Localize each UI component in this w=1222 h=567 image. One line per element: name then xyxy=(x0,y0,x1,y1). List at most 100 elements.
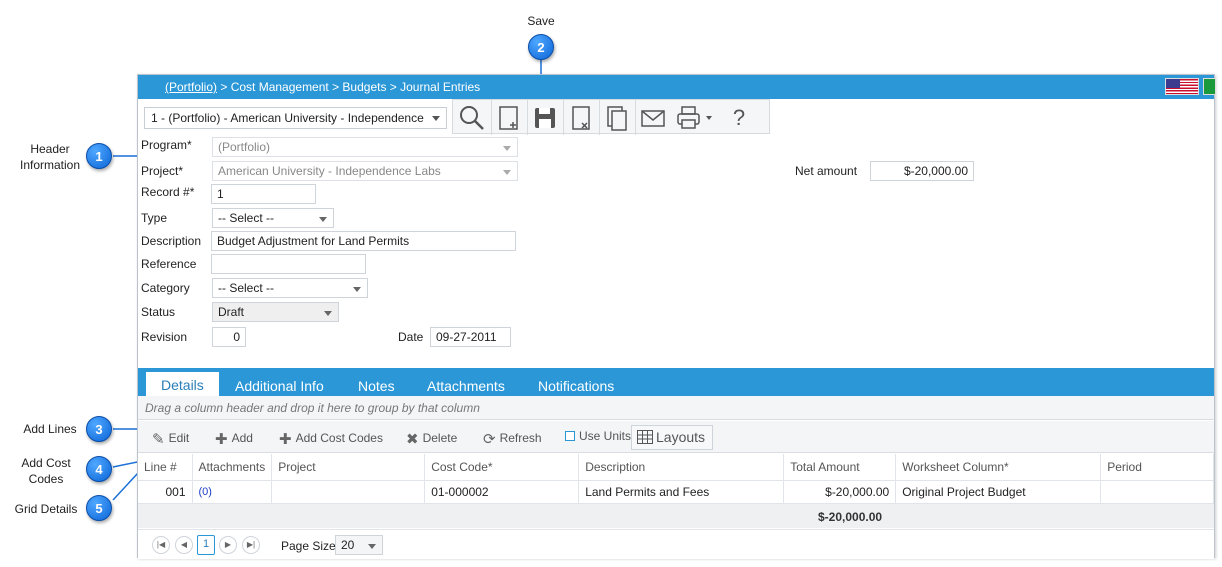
project-label: Project* xyxy=(141,164,184,178)
record-selector-value: 1 - (Portfolio) - American University - … xyxy=(151,111,424,125)
date-field[interactable]: 09-27-2011 xyxy=(430,327,511,347)
cell-cost-code: 01-000002 xyxy=(424,480,580,503)
type-label: Type xyxy=(141,211,168,225)
pencil-icon: ✎ xyxy=(152,431,165,448)
callout-label-grid-details: Grid Details xyxy=(14,502,78,516)
save-icon[interactable] xyxy=(531,104,559,132)
callout-2: 2 xyxy=(528,34,554,60)
last-page-icon[interactable]: ▶| xyxy=(242,536,260,554)
record-toolbar: 1 - (Portfolio) - American University - … xyxy=(138,99,1214,135)
group-by-drop-area[interactable]: Drag a column header and drop it here to… xyxy=(138,396,1214,420)
callout-label-add-cost-codes: Add Cost Codes xyxy=(21,456,71,486)
description-label: Description xyxy=(141,234,202,248)
tab-additional-info[interactable]: Additional Info xyxy=(235,378,324,394)
status-label: Status xyxy=(141,305,176,319)
column-header-line[interactable]: Line # xyxy=(138,454,193,481)
tab-notifications[interactable]: Notifications xyxy=(538,378,614,394)
help-icon[interactable]: ? xyxy=(725,104,753,132)
cell-attachments-link[interactable]: (0) xyxy=(192,480,273,503)
type-dropdown[interactable]: -- Select -- xyxy=(212,208,334,228)
brazil-flag-icon[interactable] xyxy=(1203,78,1216,95)
cell-line: 001 xyxy=(138,480,193,503)
edit-button[interactable]: ✎ Edit xyxy=(152,430,189,448)
grid-toolbar: ✎ Edit ✚ Add ✚ Add Cost Codes ✖ Delete ⟳ Refr… xyxy=(138,421,1214,453)
page-size-dropdown[interactable]: 20 xyxy=(335,535,383,555)
column-header-attachments[interactable]: Attachments xyxy=(192,454,273,481)
grid-pager: |◀ ◀ 1 ▶ ▶| Page Size 20 xyxy=(138,529,1214,559)
grid-total-amount: $-20,000.00 xyxy=(818,510,883,524)
tab-details[interactable]: Details xyxy=(146,372,219,396)
record-number-label: Record #* xyxy=(141,185,195,199)
category-label: Category xyxy=(141,281,190,295)
record-selector[interactable]: 1 - (Portfolio) - American University - … xyxy=(144,107,447,129)
column-header-period[interactable]: Period xyxy=(1100,454,1214,481)
grid-header-row: Line # Attachments Project Cost Code* De… xyxy=(138,454,1214,481)
column-header-project[interactable]: Project xyxy=(271,454,426,481)
description-field[interactable]: Budget Adjustment for Land Permits xyxy=(211,231,516,251)
category-dropdown[interactable]: -- Select -- xyxy=(212,278,368,298)
refresh-button[interactable]: ⟳ Refresh xyxy=(483,430,542,448)
detail-tabs: Details Additional Info Notes Attachment… xyxy=(138,368,1214,396)
use-units-label: Use Units xyxy=(579,429,632,443)
copy-icon[interactable] xyxy=(603,104,631,132)
edit-label: Edit xyxy=(168,431,190,445)
delete-label: Delete xyxy=(422,431,458,445)
layouts-label: Layouts xyxy=(656,429,706,445)
breadcrumb-path: > Cost Management > Budgets > Journal En… xyxy=(217,80,481,94)
layouts-button[interactable]: Layouts xyxy=(631,425,713,450)
breadcrumb-portfolio-link[interactable]: (Portfolio) xyxy=(165,80,217,94)
callout-1: 1 xyxy=(86,143,112,169)
next-page-icon[interactable]: ▶ xyxy=(219,536,237,554)
status-dropdown[interactable]: Draft xyxy=(212,302,339,322)
journal-lines-grid: Line # Attachments Project Cost Code* De… xyxy=(138,454,1214,503)
callout-label-add-lines: Add Lines xyxy=(23,422,77,436)
callout-label-save: Save xyxy=(527,14,555,28)
callout-5: 5 xyxy=(86,495,112,521)
search-icon[interactable] xyxy=(458,104,486,132)
refresh-icon: ⟳ xyxy=(483,431,496,448)
add-cost-codes-button[interactable]: ✚ Add Cost Codes xyxy=(279,430,383,448)
print-icon[interactable] xyxy=(675,104,715,132)
action-toolbar: ? xyxy=(452,99,770,135)
revision-label: Revision xyxy=(141,330,188,344)
column-header-worksheet-column[interactable]: Worksheet Column* xyxy=(895,454,1102,481)
first-page-icon[interactable]: |◀ xyxy=(152,536,170,554)
page-size-label: Page Size xyxy=(281,539,336,553)
add-label: Add xyxy=(231,431,253,445)
revision-field[interactable]: 0 xyxy=(212,327,246,347)
previous-page-icon[interactable]: ◀ xyxy=(175,536,193,554)
callout-3: 3 xyxy=(86,416,112,442)
column-header-total-amount[interactable]: Total Amount xyxy=(783,454,897,481)
reference-field[interactable] xyxy=(211,254,366,274)
cell-worksheet-column: Original Project Budget xyxy=(895,480,1102,503)
current-page-button[interactable]: 1 xyxy=(197,535,215,555)
plus-icon: ✚ xyxy=(279,431,292,448)
close-icon: ✖ xyxy=(406,431,419,448)
callout-4: 4 xyxy=(86,456,112,482)
cell-period xyxy=(1100,480,1214,503)
project-field: American University - Independence Labs xyxy=(212,161,518,181)
tab-attachments[interactable]: Attachments xyxy=(427,378,505,394)
table-row[interactable]: 001 (0) 01-000002 Land Permits and Fees … xyxy=(138,480,1214,503)
us-flag-icon[interactable] xyxy=(1165,78,1199,95)
net-amount-label: Net amount xyxy=(795,164,858,178)
record-number-field[interactable]: 1 xyxy=(211,184,316,204)
cell-project xyxy=(271,480,426,503)
journal-entry-window: (Portfolio) > Cost Management > Budgets … xyxy=(137,74,1216,559)
use-units-checkbox[interactable] xyxy=(565,431,575,441)
delete-document-icon[interactable] xyxy=(567,104,595,132)
new-document-icon[interactable] xyxy=(495,104,523,132)
use-units-toggle[interactable]: Use Units xyxy=(565,429,631,443)
tab-notes[interactable]: Notes xyxy=(358,378,395,394)
cell-total-amount: $-20,000.00 xyxy=(783,480,897,503)
add-button[interactable]: ✚ Add xyxy=(215,430,253,448)
program-label: Program* xyxy=(141,138,192,152)
column-header-description[interactable]: Description xyxy=(578,454,785,481)
add-cost-codes-label: Add Cost Codes xyxy=(295,431,383,445)
breadcrumb-bar: (Portfolio) > Cost Management > Budgets … xyxy=(138,75,1216,99)
email-icon[interactable] xyxy=(639,104,667,132)
column-header-cost-code[interactable]: Cost Code* xyxy=(424,454,580,481)
grid-totals-row: $-20,000.00 xyxy=(138,503,1214,528)
refresh-label: Refresh xyxy=(499,431,542,445)
delete-button[interactable]: ✖ Delete xyxy=(406,430,457,448)
